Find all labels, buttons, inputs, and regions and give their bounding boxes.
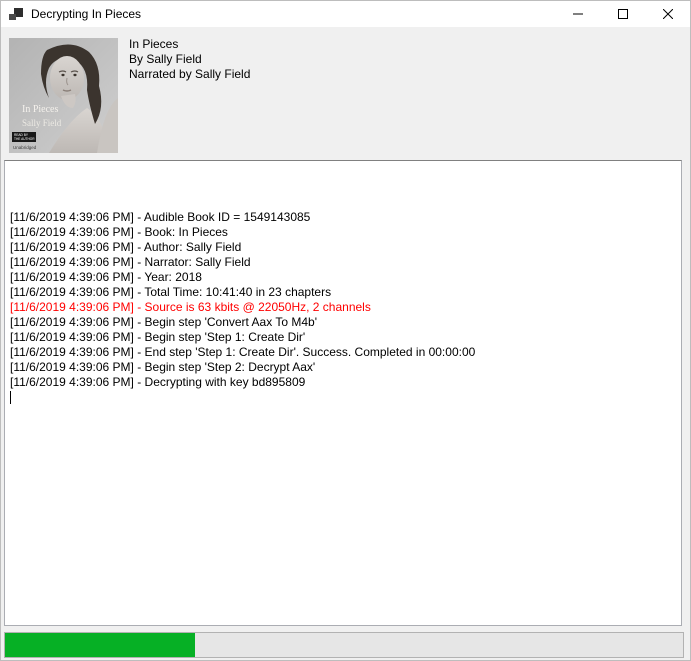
- minimize-button[interactable]: [555, 1, 600, 27]
- maximize-icon: [618, 9, 628, 19]
- book-cover-image: In Pieces Sally Field READ BY THE AUTHOR…: [9, 38, 118, 153]
- log-line: [11/6/2019 4:39:06 PM] - Source is 63 kb…: [10, 300, 681, 315]
- cover-author: Sally Field: [22, 118, 62, 128]
- log-line: [11/6/2019 4:39:06 PM] - Begin step 'Ste…: [10, 330, 681, 345]
- book-author-label: By Sally Field: [129, 52, 250, 67]
- progress-fill: [5, 633, 195, 657]
- window-title: Decrypting In Pieces: [31, 7, 141, 21]
- log-line: [11/6/2019 4:39:06 PM] - Begin step 'Con…: [10, 315, 681, 330]
- log-line: [11/6/2019 4:39:06 PM] - Audible Book ID…: [10, 210, 681, 225]
- log-line: [11/6/2019 4:39:06 PM] - Author: Sally F…: [10, 240, 681, 255]
- book-narrator-label: Narrated by Sally Field: [129, 67, 250, 82]
- book-header: In Pieces Sally Field READ BY THE AUTHOR…: [1, 27, 690, 160]
- log-line: [11/6/2019 4:39:06 PM] - Decrypting with…: [10, 375, 681, 390]
- log-line: [11/6/2019 4:39:06 PM] - End step 'Step …: [10, 345, 681, 360]
- log-line: [11/6/2019 4:39:06 PM] - Narrator: Sally…: [10, 255, 681, 270]
- cover-title: In Pieces: [22, 104, 58, 115]
- cover-badge-line2: THE AUTHOR: [14, 137, 35, 141]
- book-title-label: In Pieces: [129, 37, 250, 52]
- log-line: [11/6/2019 4:39:06 PM] - Year: 2018: [10, 270, 681, 285]
- log-line: [11/6/2019 4:39:06 PM] - Total Time: 10:…: [10, 285, 681, 300]
- close-icon: [663, 9, 673, 19]
- cover-unabridged-label: Unabridged: [13, 145, 37, 150]
- titlebar: Decrypting In Pieces: [1, 1, 690, 27]
- book-info: In Pieces By Sally Field Narrated by Sal…: [129, 37, 250, 82]
- app-icon: [8, 6, 24, 22]
- log-line: [11/6/2019 4:39:06 PM] - Begin step 'Ste…: [10, 360, 681, 375]
- maximize-button[interactable]: [600, 1, 645, 27]
- progress-bar: [4, 632, 684, 658]
- log-textbox[interactable]: [11/6/2019 4:39:06 PM] - Audible Book ID…: [4, 160, 682, 626]
- minimize-icon: [573, 9, 583, 19]
- text-caret: [10, 391, 11, 404]
- close-button[interactable]: [645, 1, 690, 27]
- window-controls: [555, 1, 690, 27]
- log-line: [11/6/2019 4:39:06 PM] - Book: In Pieces: [10, 225, 681, 240]
- app-window: Decrypting In Pieces: [0, 0, 691, 661]
